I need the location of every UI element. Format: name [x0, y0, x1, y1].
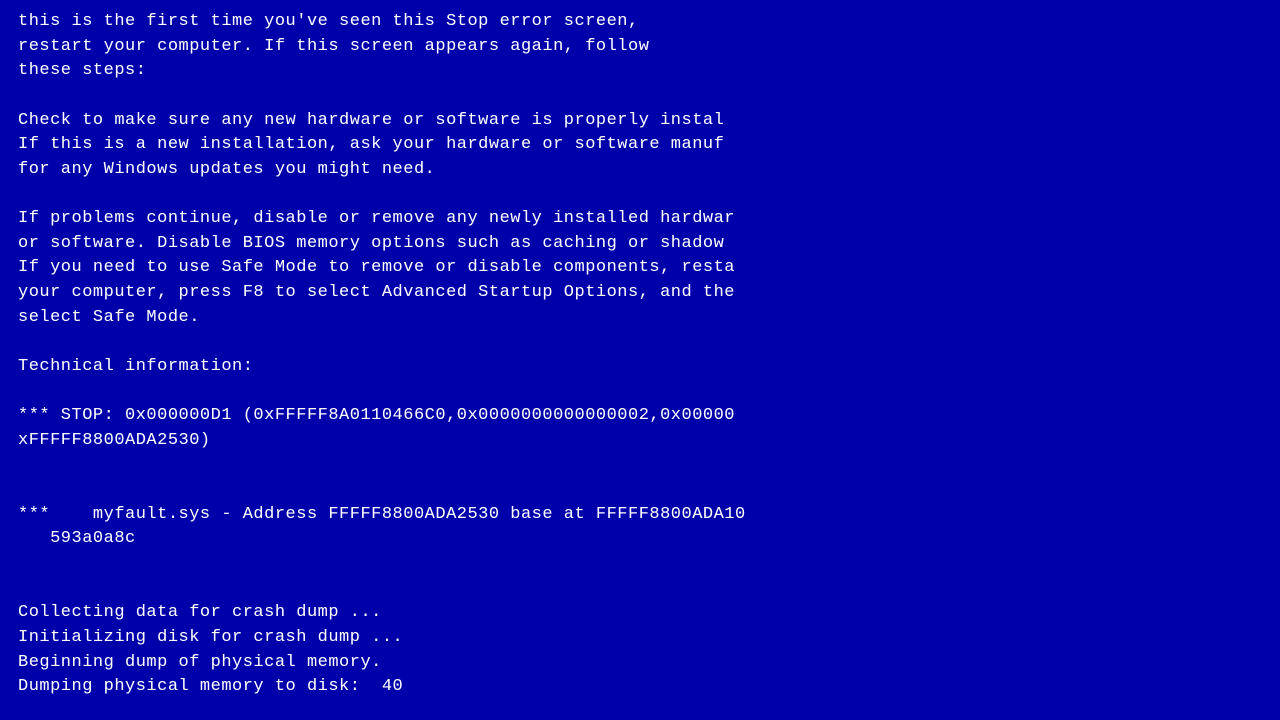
- bsod-screen: this is the first time you've seen this …: [0, 0, 1280, 720]
- bsod-content: this is the first time you've seen this …: [18, 10, 1262, 700]
